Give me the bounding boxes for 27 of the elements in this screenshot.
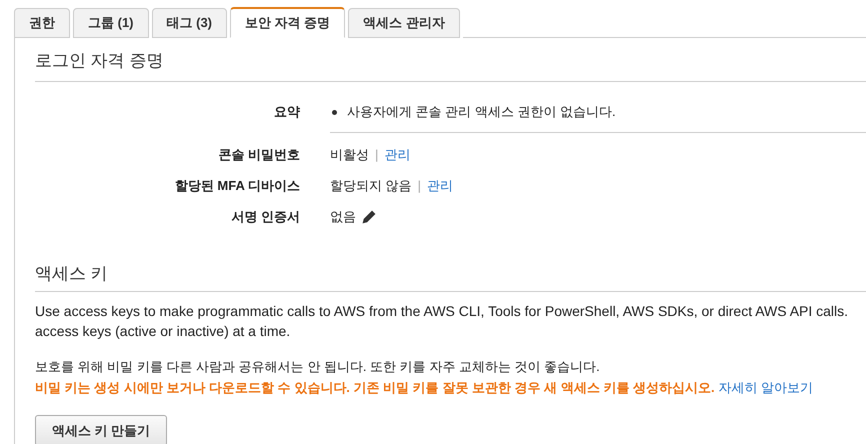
notice-text: 보호를 위해 비밀 키를 다른 사람과 공유해서는 안 됩니다. 또한 키를 자주 교체하는 것이 좋습니다.	[35, 358, 601, 376]
field-label: 할당된 MFA 디바이스	[174, 178, 300, 193]
section-heading: 로그인 자격 증명	[35, 49, 866, 82]
field-label: 요약	[274, 104, 300, 119]
bullet-icon	[332, 110, 337, 114]
field-label: 콘솔 비밀번호	[218, 147, 300, 162]
manage-link[interactable]: 관리	[427, 176, 454, 196]
learn-more-link[interactable]: 자세히 알아보기	[718, 380, 813, 395]
separator-text: |	[418, 177, 422, 195]
field-value: 할당되지 않음	[330, 177, 412, 195]
field-label: 서명 인증서	[231, 209, 300, 224]
summary-text: 사용자에게 콘솔 관리 액세스 권한이 없습니다.	[347, 103, 616, 121]
warning-text: 비밀 키는 생성 시에만 보거나 다운로드할 수 있습니다. 기존 비밀 키를 잘못 보관한 경우 새 액세스 키를 생성하십시오.	[35, 380, 715, 395]
description-text: Use access keys to make programmatic calls to AWS from the AWS CLI, Tools for PowerShell, AWS SDKs, or direct AWS API calls.	[35, 302, 850, 321]
field-value: 비활성	[330, 146, 369, 164]
tab[interactable]: 보안 자격 증명	[230, 7, 346, 38]
manage-link[interactable]: 관리	[384, 145, 410, 165]
section-heading: 액세스 키	[35, 262, 866, 292]
tab[interactable]: 그룹 (1)	[73, 8, 148, 38]
tab[interactable]: 액세스 관리자	[348, 8, 460, 38]
pencil-icon[interactable]	[362, 210, 376, 224]
description-text: access keys (active or inactive) at a time.	[35, 322, 292, 341]
separator-text: |	[375, 146, 378, 164]
field-value: 없음	[330, 208, 356, 226]
tab[interactable]: 태그 (3)	[152, 8, 227, 38]
tab[interactable]: 권한	[14, 8, 70, 38]
create-access-key-button[interactable]: 액세스 키 만들기	[35, 415, 168, 444]
